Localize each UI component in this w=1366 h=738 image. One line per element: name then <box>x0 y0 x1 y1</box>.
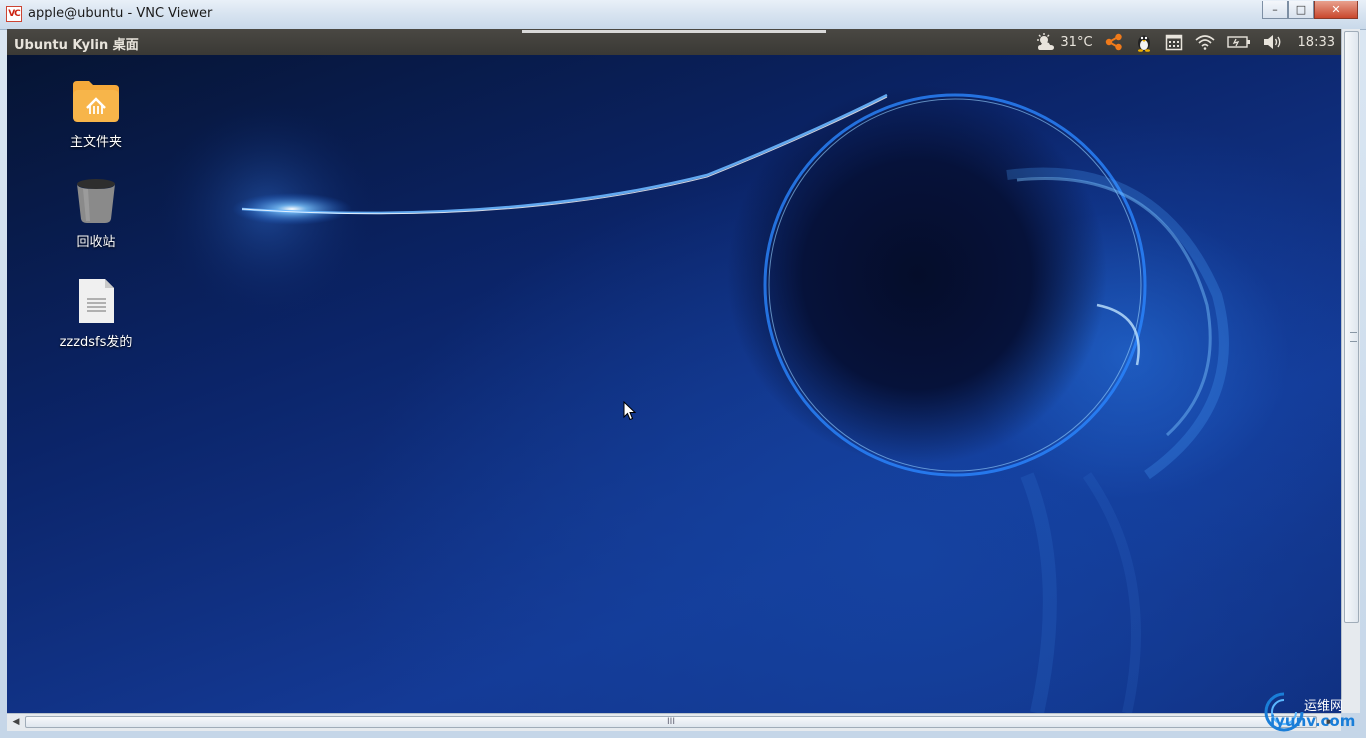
clock-indicator[interactable]: 18:33 <box>1295 35 1335 50</box>
volume-icon <box>1263 35 1280 49</box>
vertical-scroll-grip <box>1350 332 1357 342</box>
battery-icon <box>1226 36 1250 48</box>
calendar-indicator[interactable] <box>1165 33 1183 51</box>
minimize-button[interactable]: – <box>1262 1 1288 19</box>
close-button[interactable]: ✕ <box>1314 1 1358 19</box>
battery-indicator[interactable] <box>1226 35 1251 49</box>
weather-temp: 31°C <box>1060 34 1093 50</box>
top-panel: Ubuntu Kylin 桌面 31°C 18:33 <box>7 29 1341 55</box>
mouse-cursor-icon <box>623 401 637 421</box>
document[interactable]: zzzdsfs发的 <box>51 277 141 350</box>
window-titlebar[interactable]: VC apple@ubuntu - VNC Viewer – □ ✕ <box>0 0 1366 30</box>
calendar-icon <box>1165 34 1182 51</box>
weather-indicator[interactable]: 31°C <box>1035 33 1093 51</box>
watermark-bottom-text: iyunv.com <box>1270 712 1356 730</box>
panel-drag-handle[interactable] <box>522 30 826 33</box>
panel-title: Ubuntu Kylin 桌面 <box>14 38 139 53</box>
trash-label: 回收站 <box>76 235 116 250</box>
home-folder-icon <box>73 81 119 122</box>
indicator-area: 31°C 18:33 <box>1023 29 1335 55</box>
volume-indicator[interactable] <box>1263 34 1283 50</box>
window-title: apple@ubuntu - VNC Viewer <box>28 6 213 21</box>
home-folder[interactable]: 主文件夹 <box>51 77 141 150</box>
close-icon: ✕ <box>1331 3 1341 16</box>
vnc-viewer-window: VC apple@ubuntu - VNC Viewer – □ ✕ Ubunt… <box>0 0 1366 738</box>
maximize-icon: □ <box>1295 3 1307 16</box>
network-indicator[interactable] <box>1195 34 1215 50</box>
wifi-icon <box>1195 35 1215 50</box>
trash-icon <box>77 179 115 223</box>
site-watermark: 运维网 iyunv.com <box>1262 690 1362 736</box>
share-icon <box>1105 33 1122 51</box>
desktop-background[interactable]: 主文件夹 回收站 zzzdsfs发的 <box>7 55 1341 713</box>
wallpaper-art <box>157 93 1229 713</box>
home-folder-label: 主文件夹 <box>69 135 122 150</box>
share-indicator[interactable] <box>1105 33 1123 51</box>
penguin-indicator[interactable] <box>1135 32 1153 52</box>
vertical-scrollbar[interactable] <box>1341 29 1360 713</box>
horizontal-scroll-thumb[interactable]: III <box>25 716 1317 728</box>
maximize-button[interactable]: □ <box>1288 1 1314 19</box>
vnc-app-icon[interactable]: VC <box>6 6 22 22</box>
trash[interactable]: 回收站 <box>51 177 141 250</box>
vertical-scroll-thumb[interactable] <box>1344 31 1359 623</box>
remote-screen[interactable]: Ubuntu Kylin 桌面 31°C 18:33 主文件夹 回收站 zzzd… <box>7 29 1341 713</box>
scroll-left-icon[interactable]: ◀ <box>9 716 23 728</box>
document-icon <box>79 279 114 323</box>
weather-icon <box>1037 33 1055 50</box>
penguin-icon <box>1137 35 1150 52</box>
horizontal-scroll-grip: III <box>667 717 675 727</box>
clock-time: 18:33 <box>1297 34 1335 50</box>
document-label: zzzdsfs发的 <box>59 335 133 350</box>
window-controls: – □ ✕ <box>1262 1 1358 19</box>
horizontal-scrollbar[interactable]: ◀ III ▶ <box>7 713 1341 731</box>
minimize-icon: – <box>1272 3 1278 16</box>
